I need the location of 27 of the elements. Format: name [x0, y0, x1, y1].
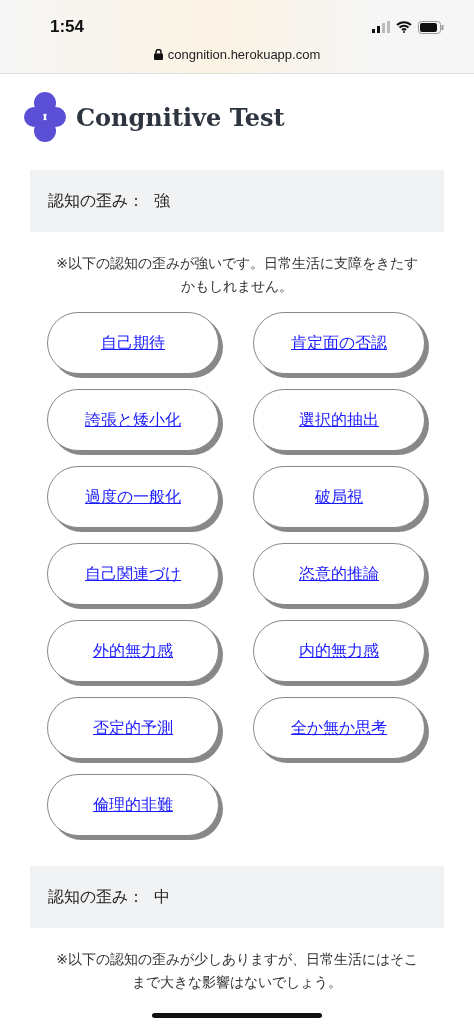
- distortion-link-button[interactable]: 過度の一般化: [47, 466, 219, 529]
- level-value: 強: [154, 190, 170, 212]
- level-note: ※以下の認知の歪みが少しありますが、日常生活にはそこまで大きな影響はないでしょう。: [56, 950, 418, 993]
- level-label: 認知の歪み：: [48, 190, 144, 212]
- distortion-link-button[interactable]: 自己期待: [47, 312, 219, 375]
- distortion-link-button[interactable]: 倫理的非難: [47, 774, 219, 837]
- distortion-link-button[interactable]: 破局視: [253, 466, 425, 529]
- distortion-link-button[interactable]: 選択的抽出: [253, 389, 425, 452]
- wifi-icon: [396, 21, 412, 33]
- flower-logo-icon: [24, 91, 66, 143]
- distortion-link-button[interactable]: 誇張と矮小化: [47, 389, 219, 452]
- level-label: 認知の歪み：: [48, 886, 144, 908]
- distortion-link-button[interactable]: 全か無か思考: [253, 697, 425, 760]
- battery-icon: [418, 20, 444, 34]
- distortion-link-button[interactable]: 恣意的推論: [253, 543, 425, 606]
- distortion-link-button[interactable]: 肯定面の否認: [253, 312, 425, 375]
- status-time: 1:54: [50, 17, 85, 37]
- signal-icon: [372, 21, 390, 33]
- distortion-link-button[interactable]: 内的無力感: [253, 620, 425, 683]
- distortion-link-button[interactable]: 外的無力感: [47, 620, 219, 683]
- url-text[interactable]: congnition.herokuapp.com: [167, 47, 321, 62]
- distortion-link-button[interactable]: 否定的予測: [47, 697, 219, 760]
- app-title: Congnitive Test: [76, 102, 285, 132]
- level-note: ※以下の認知の歪みが強いです。日常生活に支障をきたすかもしれません。: [56, 254, 418, 297]
- level-value: 中: [154, 886, 170, 908]
- distortion-link-button[interactable]: 自己関連づけ: [47, 543, 219, 606]
- lock-icon: [153, 49, 163, 60]
